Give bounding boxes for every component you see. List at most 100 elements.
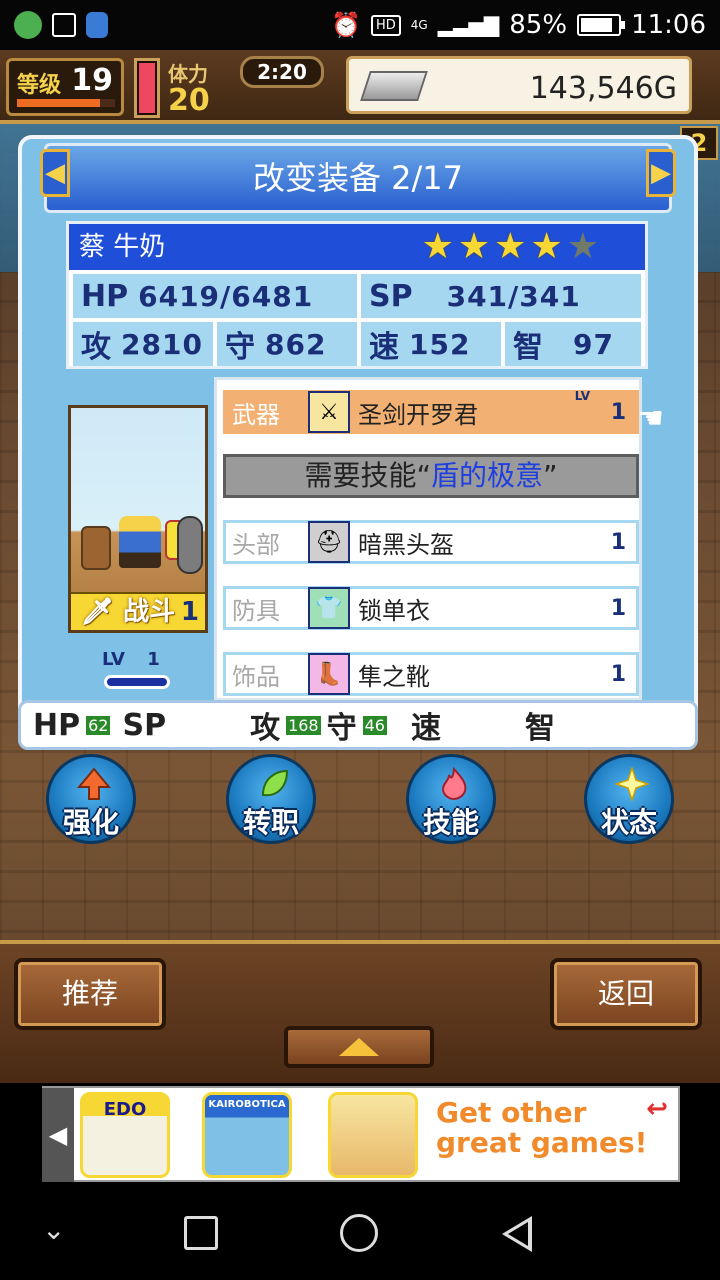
nav-back-button[interactable] [502, 1216, 532, 1252]
return-arrow-icon: ↩ [646, 1094, 668, 1124]
portrait-level-value: 1 [147, 649, 160, 670]
ad-game-edo[interactable]: EDO [80, 1092, 170, 1178]
sp-value: 341/341 [446, 279, 581, 313]
required-skill-banner: 需要技能“盾的极意” [223, 454, 639, 498]
game-clock: 2:20 [240, 56, 324, 88]
shield-sprite [177, 516, 203, 574]
skill-button[interactable]: 技能 [406, 754, 496, 844]
ad-game-kairobotica[interactable]: KAIROBOTICA [202, 1092, 292, 1178]
hp-value: 6419/6481 [138, 279, 314, 313]
accessory-level: 1 [610, 661, 626, 687]
attack-value: 2810 [121, 327, 203, 361]
ad-prev-button[interactable]: ◀ [42, 1088, 74, 1182]
status-label: 状态 [600, 806, 657, 839]
chevron-left-icon: ◀ [48, 1121, 68, 1149]
stamina-value: 20 [168, 83, 210, 118]
head-name: 暗黑头盔 [358, 530, 454, 559]
attack-cell: 攻 2810 [73, 322, 213, 366]
intelligence-value: 97 [573, 327, 614, 361]
attack-label: 攻 [81, 330, 111, 365]
recommend-button[interactable]: 推荐 [14, 958, 166, 1030]
ad-game-kairobotica-title: KAIROBOTICA [208, 1099, 286, 1110]
status-bar-left [14, 11, 108, 39]
speed-cell: 速 152 [361, 322, 501, 366]
head-level: 1 [610, 529, 626, 555]
speed-label: 速 [369, 330, 399, 365]
bonus-defense-label: 守 [326, 711, 357, 746]
battery-icon [577, 14, 626, 36]
gold-box: 143,546G [346, 56, 692, 114]
clock-time: 11:06 [631, 10, 706, 40]
bonus-attack-value: 168 [286, 715, 321, 735]
level-label: 等级 [17, 73, 62, 98]
battery-percent: 85% [509, 10, 568, 40]
status-button[interactable]: 状态 [584, 754, 674, 844]
equipment-list: LV 武器 ⚔ 圣剑开罗君 1 ☚ 需要技能“盾的极意” 头部 ⛑ 暗黑头盔 1… [214, 377, 664, 701]
hide-nav-button[interactable]: ⌄ [42, 1212, 82, 1252]
status-bar-right: ⏰ HD 4G ▂▃▅▇ 85% 11:06 [331, 10, 706, 40]
job-name: 战斗 [123, 597, 176, 627]
sim-icon [86, 12, 108, 38]
skill-label: 技能 [422, 806, 479, 839]
hero-sprite [119, 516, 161, 568]
app-notification-icon [14, 11, 42, 39]
portrait-level: LV 1 [102, 649, 160, 670]
level-column-tag: LV [574, 389, 590, 403]
intelligence-label: 智 [513, 330, 543, 365]
prev-character-button[interactable]: ◀ [40, 149, 70, 197]
speed-value: 152 [409, 327, 471, 361]
required-skill-suffix: ” [543, 459, 558, 492]
star-icon: ★ [530, 226, 563, 267]
equip-row-weapon[interactable]: LV 武器 ⚔ 圣剑开罗君 1 ☚ [223, 389, 664, 436]
equip-row-accessory[interactable]: 饰品 👢 隼之靴 1 [223, 652, 639, 696]
back-button[interactable]: 返回 [550, 958, 702, 1030]
character-card: 蔡 牛奶 ★ ★ ★ ★ ★ HP 6419/6481 SP 341/341 攻 281… [66, 221, 648, 369]
stat-row-attributes: 攻 2810 守 862 速 152 智 97 [69, 322, 645, 368]
barrel-sprite [81, 526, 111, 570]
rank-stars: ★ ★ ★ ★ ★ [422, 228, 599, 266]
silver-bar-icon [360, 71, 428, 101]
leaf-icon [261, 769, 289, 797]
character-header: 蔡 牛奶 ★ ★ ★ ★ ★ [69, 224, 645, 270]
next-character-button[interactable]: ▶ [646, 149, 676, 197]
defense-cell: 守 862 [217, 322, 357, 366]
hp-cell: HP 6419/6481 [73, 274, 357, 318]
enhance-button[interactable]: 强化 [46, 754, 136, 844]
stat-bonus-bar: HP 62 SP 攻 168 守 46 速 智 [18, 700, 698, 750]
recents-button[interactable] [184, 1216, 218, 1250]
helmet-icon: ⛑ [308, 521, 350, 563]
top-hud: 等级 19 体力 20 2:20 143,546G [0, 50, 720, 124]
ad-banner[interactable]: ◀ EDO KAIROBOTICA Get other great games!… [42, 1086, 680, 1182]
level-value: 19 [71, 63, 113, 98]
portrait-level-label: LV [102, 649, 125, 670]
required-skill-name: 盾的极意 [430, 459, 543, 492]
ad-cta[interactable]: Get other great games! [436, 1098, 647, 1158]
hp-label: HP [81, 278, 129, 314]
navigation-bar: ⌄ [0, 1184, 720, 1280]
star-icon: ★ [566, 226, 599, 267]
alarm-icon: ⏰ [331, 11, 361, 39]
home-button[interactable] [340, 1214, 378, 1252]
character-name: 蔡 牛奶 [79, 232, 166, 262]
ad-game-cafe[interactable] [328, 1092, 418, 1178]
expand-button[interactable] [284, 1026, 434, 1068]
equip-row-head[interactable]: 头部 ⛑ 暗黑头盔 1 [223, 520, 639, 564]
chevron-left-icon: ◀ [45, 158, 65, 188]
sword-icon: 🗡 [81, 597, 115, 627]
stamina-box: 体力 20 [168, 58, 238, 116]
bonus-sp-label: SP [122, 707, 167, 743]
enhance-label: 强化 [62, 806, 119, 839]
energy-gauge [134, 58, 160, 118]
character-portrait[interactable]: 🗡 战斗 1 [68, 405, 208, 633]
required-skill-prefix: 需要技能“ [304, 459, 431, 492]
bonus-defense-value: 46 [362, 715, 387, 735]
job-change-button[interactable]: 转职 [226, 754, 316, 844]
level-exp-bar [17, 99, 115, 107]
up-arrow-icon [77, 767, 111, 800]
flame-icon [441, 767, 467, 801]
equip-row-armor[interactable]: 防具 👕 锁单衣 1 [223, 586, 639, 630]
bonus-attack-label: 攻 [250, 711, 281, 746]
status-bar: ⏰ HD 4G ▂▃▅▇ 85% 11:06 [0, 0, 720, 50]
bonus-intelligence-label: 智 [524, 711, 555, 746]
weapon-slot-label: 武器 [232, 400, 280, 429]
